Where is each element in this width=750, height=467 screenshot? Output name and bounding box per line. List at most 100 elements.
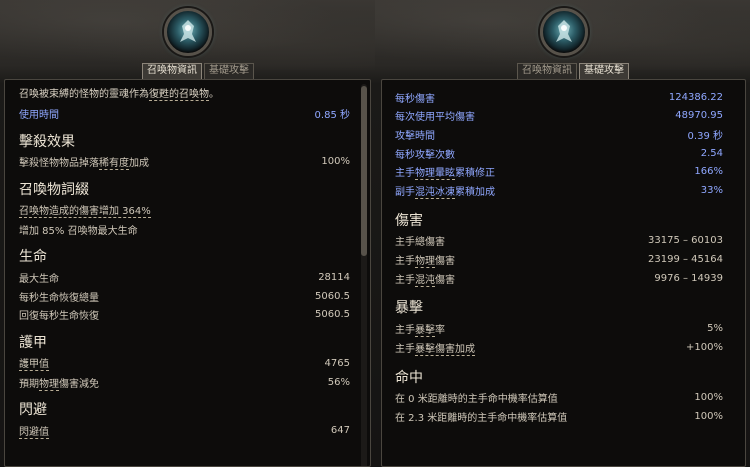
section-title-summon-affixes: 召喚物詞綴 bbox=[19, 182, 89, 199]
stat-value: 48970.95 bbox=[675, 110, 723, 122]
physical-keyword-link[interactable]: 物理 bbox=[415, 255, 435, 268]
stat-label: 每次使用平均傷害 bbox=[395, 112, 475, 124]
chaos-keyword-link[interactable]: 混沌 bbox=[415, 274, 435, 287]
stat-label: 使用時間 bbox=[19, 109, 59, 121]
stat-row: 擊殺怪物物品掉落稀有度加成 100% bbox=[19, 153, 350, 172]
stat-value: 5060.5 bbox=[315, 290, 350, 302]
stat-label: 預期物理傷害減免 bbox=[19, 378, 99, 391]
stat-label: 在 2.3 米距離時的主手命中機率估算值 bbox=[395, 412, 568, 424]
base-attack-window: 召喚物資訊 基礎攻擊 每秒傷害 124386.22 每次使用平均傷害 48970… bbox=[375, 0, 750, 467]
stat-value: 100% bbox=[321, 156, 350, 168]
stat-row: 閃避值 647 bbox=[19, 421, 350, 440]
summon-info-window: 召喚物資訊 基礎攻擊 召喚被束縛的怪物的靈魂作為復甦的召喚物。 使用時間 0.8… bbox=[0, 0, 375, 467]
stat-row: 在 2.3 米距離時的主手命中機率估算值 100% bbox=[395, 407, 723, 426]
tab-summon-info[interactable]: 召喚物資訊 bbox=[517, 63, 577, 79]
description-prefix: 召喚被束縛的怪物的靈魂作為 bbox=[19, 89, 149, 100]
stat-value: 56% bbox=[327, 376, 350, 388]
stat-row: 每秒攻擊次數 2.54 bbox=[395, 144, 723, 163]
section-title-kill-effects: 擊殺效果 bbox=[19, 133, 75, 150]
base-attack-content: 每秒傷害 124386.22 每次使用平均傷害 48970.95 攻擊時間 0.… bbox=[382, 80, 745, 466]
stat-row: 主手總傷害 33175 – 60103 bbox=[395, 232, 723, 251]
base-attack-panel: 每秒傷害 124386.22 每次使用平均傷害 48970.95 攻擊時間 0.… bbox=[381, 79, 746, 467]
rarity-keyword-link[interactable]: 稀有度 bbox=[99, 158, 129, 171]
stat-value: 100% bbox=[694, 410, 723, 422]
section-title-evasion: 閃避 bbox=[19, 402, 47, 419]
crit-damage-keyword-link[interactable]: 暴擊傷害加成 bbox=[415, 343, 475, 356]
stat-value: 124386.22 bbox=[668, 91, 723, 103]
stat-row: 最大生命 28114 bbox=[19, 268, 350, 287]
physical-keyword-link[interactable]: 物理 bbox=[39, 378, 59, 391]
stat-value: 33175 – 60103 bbox=[648, 235, 723, 247]
stat-value: 4765 bbox=[324, 357, 350, 369]
stat-row: 每秒傷害 124386.22 bbox=[395, 88, 723, 107]
section-title-damage: 傷害 bbox=[395, 212, 423, 229]
stat-row: 主手物理傷害 23199 – 45164 bbox=[395, 250, 723, 269]
crit-keyword-link[interactable]: 暴擊 bbox=[415, 325, 435, 338]
use-time-row: 使用時間 0.85 秒 bbox=[19, 104, 350, 123]
section-title-accuracy: 命中 bbox=[395, 369, 423, 386]
summon-info-content: 召喚被束縛的怪物的靈魂作為復甦的召喚物。 使用時間 0.85 秒 擊殺效果 擊殺… bbox=[5, 80, 370, 466]
stat-row: 每次使用平均傷害 48970.95 bbox=[395, 107, 723, 126]
stat-row: 回復每秒生命恢復 5060.5 bbox=[19, 306, 350, 325]
stat-label: 主手總傷害 bbox=[395, 237, 445, 249]
stat-row: 預期物理傷害減免 56% bbox=[19, 373, 350, 392]
stat-value: 0.85 秒 bbox=[314, 109, 350, 121]
tab-summon-info[interactable]: 召喚物資訊 bbox=[142, 63, 202, 79]
skill-emblem-icon bbox=[164, 8, 212, 56]
stat-value: 647 bbox=[330, 425, 350, 437]
description-suffix: 。 bbox=[209, 89, 219, 100]
revived-minion-link[interactable]: 復甦的召喚物 bbox=[149, 89, 209, 101]
physical-keyword-link[interactable]: 物理暈眩 bbox=[415, 168, 455, 181]
stat-label: 每秒傷害 bbox=[395, 93, 435, 105]
stat-label: 擊殺怪物物品掉落稀有度加成 bbox=[19, 158, 149, 171]
chaos-keyword-link[interactable]: 混沌冰凍 bbox=[415, 186, 455, 199]
stat-value: 9976 – 14939 bbox=[654, 272, 723, 284]
stat-label: 最大生命 bbox=[19, 274, 59, 286]
stat-value: 0.39 秒 bbox=[687, 130, 723, 142]
stat-row: 護甲值 4765 bbox=[19, 354, 350, 373]
scrollbar-thumb[interactable] bbox=[361, 86, 367, 256]
skill-emblem-icon bbox=[540, 8, 588, 56]
stat-label: 每秒生命恢復總量 bbox=[19, 292, 99, 304]
stat-value: +100% bbox=[686, 341, 723, 353]
stat-value: 2.54 bbox=[700, 147, 723, 159]
stat-row: 召喚物造成的傷害增加 364% bbox=[19, 201, 350, 220]
stat-value: 28114 bbox=[318, 272, 350, 284]
tab-base-attack[interactable]: 基礎攻擊 bbox=[204, 63, 254, 79]
summon-info-panel: 召喚被束縛的怪物的靈魂作為復甦的召喚物。 使用時間 0.85 秒 擊殺效果 擊殺… bbox=[4, 79, 371, 467]
stat-label: 閃避值 bbox=[19, 423, 49, 439]
left-tab-bar: 召喚物資訊 基礎攻擊 bbox=[142, 63, 254, 79]
stat-row: 主手暴擊傷害加成 +100% bbox=[395, 338, 723, 357]
stat-label: 增加 85% 召喚物最大生命 bbox=[19, 225, 138, 237]
stat-label: 主手混沌傷害 bbox=[395, 274, 455, 287]
stat-label: 主手暴擊率 bbox=[395, 325, 445, 338]
stat-label: 副手混沌冰凍累積加成 bbox=[395, 186, 495, 199]
stat-row: 主手暴擊率 5% bbox=[395, 319, 723, 338]
stat-label: 主手物理暈眩累積修正 bbox=[395, 168, 495, 181]
stat-row: 主手物理暈眩累積修正 166% bbox=[395, 162, 723, 181]
stat-value: 166% bbox=[694, 166, 723, 178]
tab-base-attack[interactable]: 基礎攻擊 bbox=[579, 63, 629, 79]
scrollbar[interactable] bbox=[361, 84, 367, 466]
stat-label: 主手物理傷害 bbox=[395, 255, 455, 268]
stat-value: 5060.5 bbox=[315, 309, 350, 321]
stat-label: 護甲值 bbox=[19, 355, 49, 372]
stat-label: 主手暴擊傷害加成 bbox=[395, 343, 475, 356]
section-title-life: 生命 bbox=[19, 249, 47, 266]
stat-label: 攻擊時間 bbox=[395, 130, 435, 142]
section-title-armour: 護甲 bbox=[19, 335, 47, 352]
stat-row: 增加 85% 召喚物最大生命 bbox=[19, 220, 350, 239]
stat-label: 召喚物造成的傷害增加 364% bbox=[19, 202, 151, 219]
summon-description: 召喚被束縛的怪物的靈魂作為復甦的召喚物。 bbox=[19, 88, 350, 104]
stat-row: 在 0 米距離時的主手命中機率估算值 100% bbox=[395, 389, 723, 408]
stat-value: 100% bbox=[694, 392, 723, 404]
stat-row: 每秒生命恢復總量 5060.5 bbox=[19, 287, 350, 306]
section-title-crit: 暴擊 bbox=[395, 300, 423, 317]
stat-value: 23199 – 45164 bbox=[648, 253, 723, 265]
stat-row: 主手混沌傷害 9976 – 14939 bbox=[395, 269, 723, 288]
stat-value: 5% bbox=[707, 323, 723, 335]
stat-row: 攻擊時間 0.39 秒 bbox=[395, 125, 723, 144]
stat-label: 每秒攻擊次數 bbox=[395, 149, 455, 161]
stat-row: 副手混沌冰凍累積加成 33% bbox=[395, 181, 723, 200]
right-tab-bar: 召喚物資訊 基礎攻擊 bbox=[517, 63, 629, 79]
